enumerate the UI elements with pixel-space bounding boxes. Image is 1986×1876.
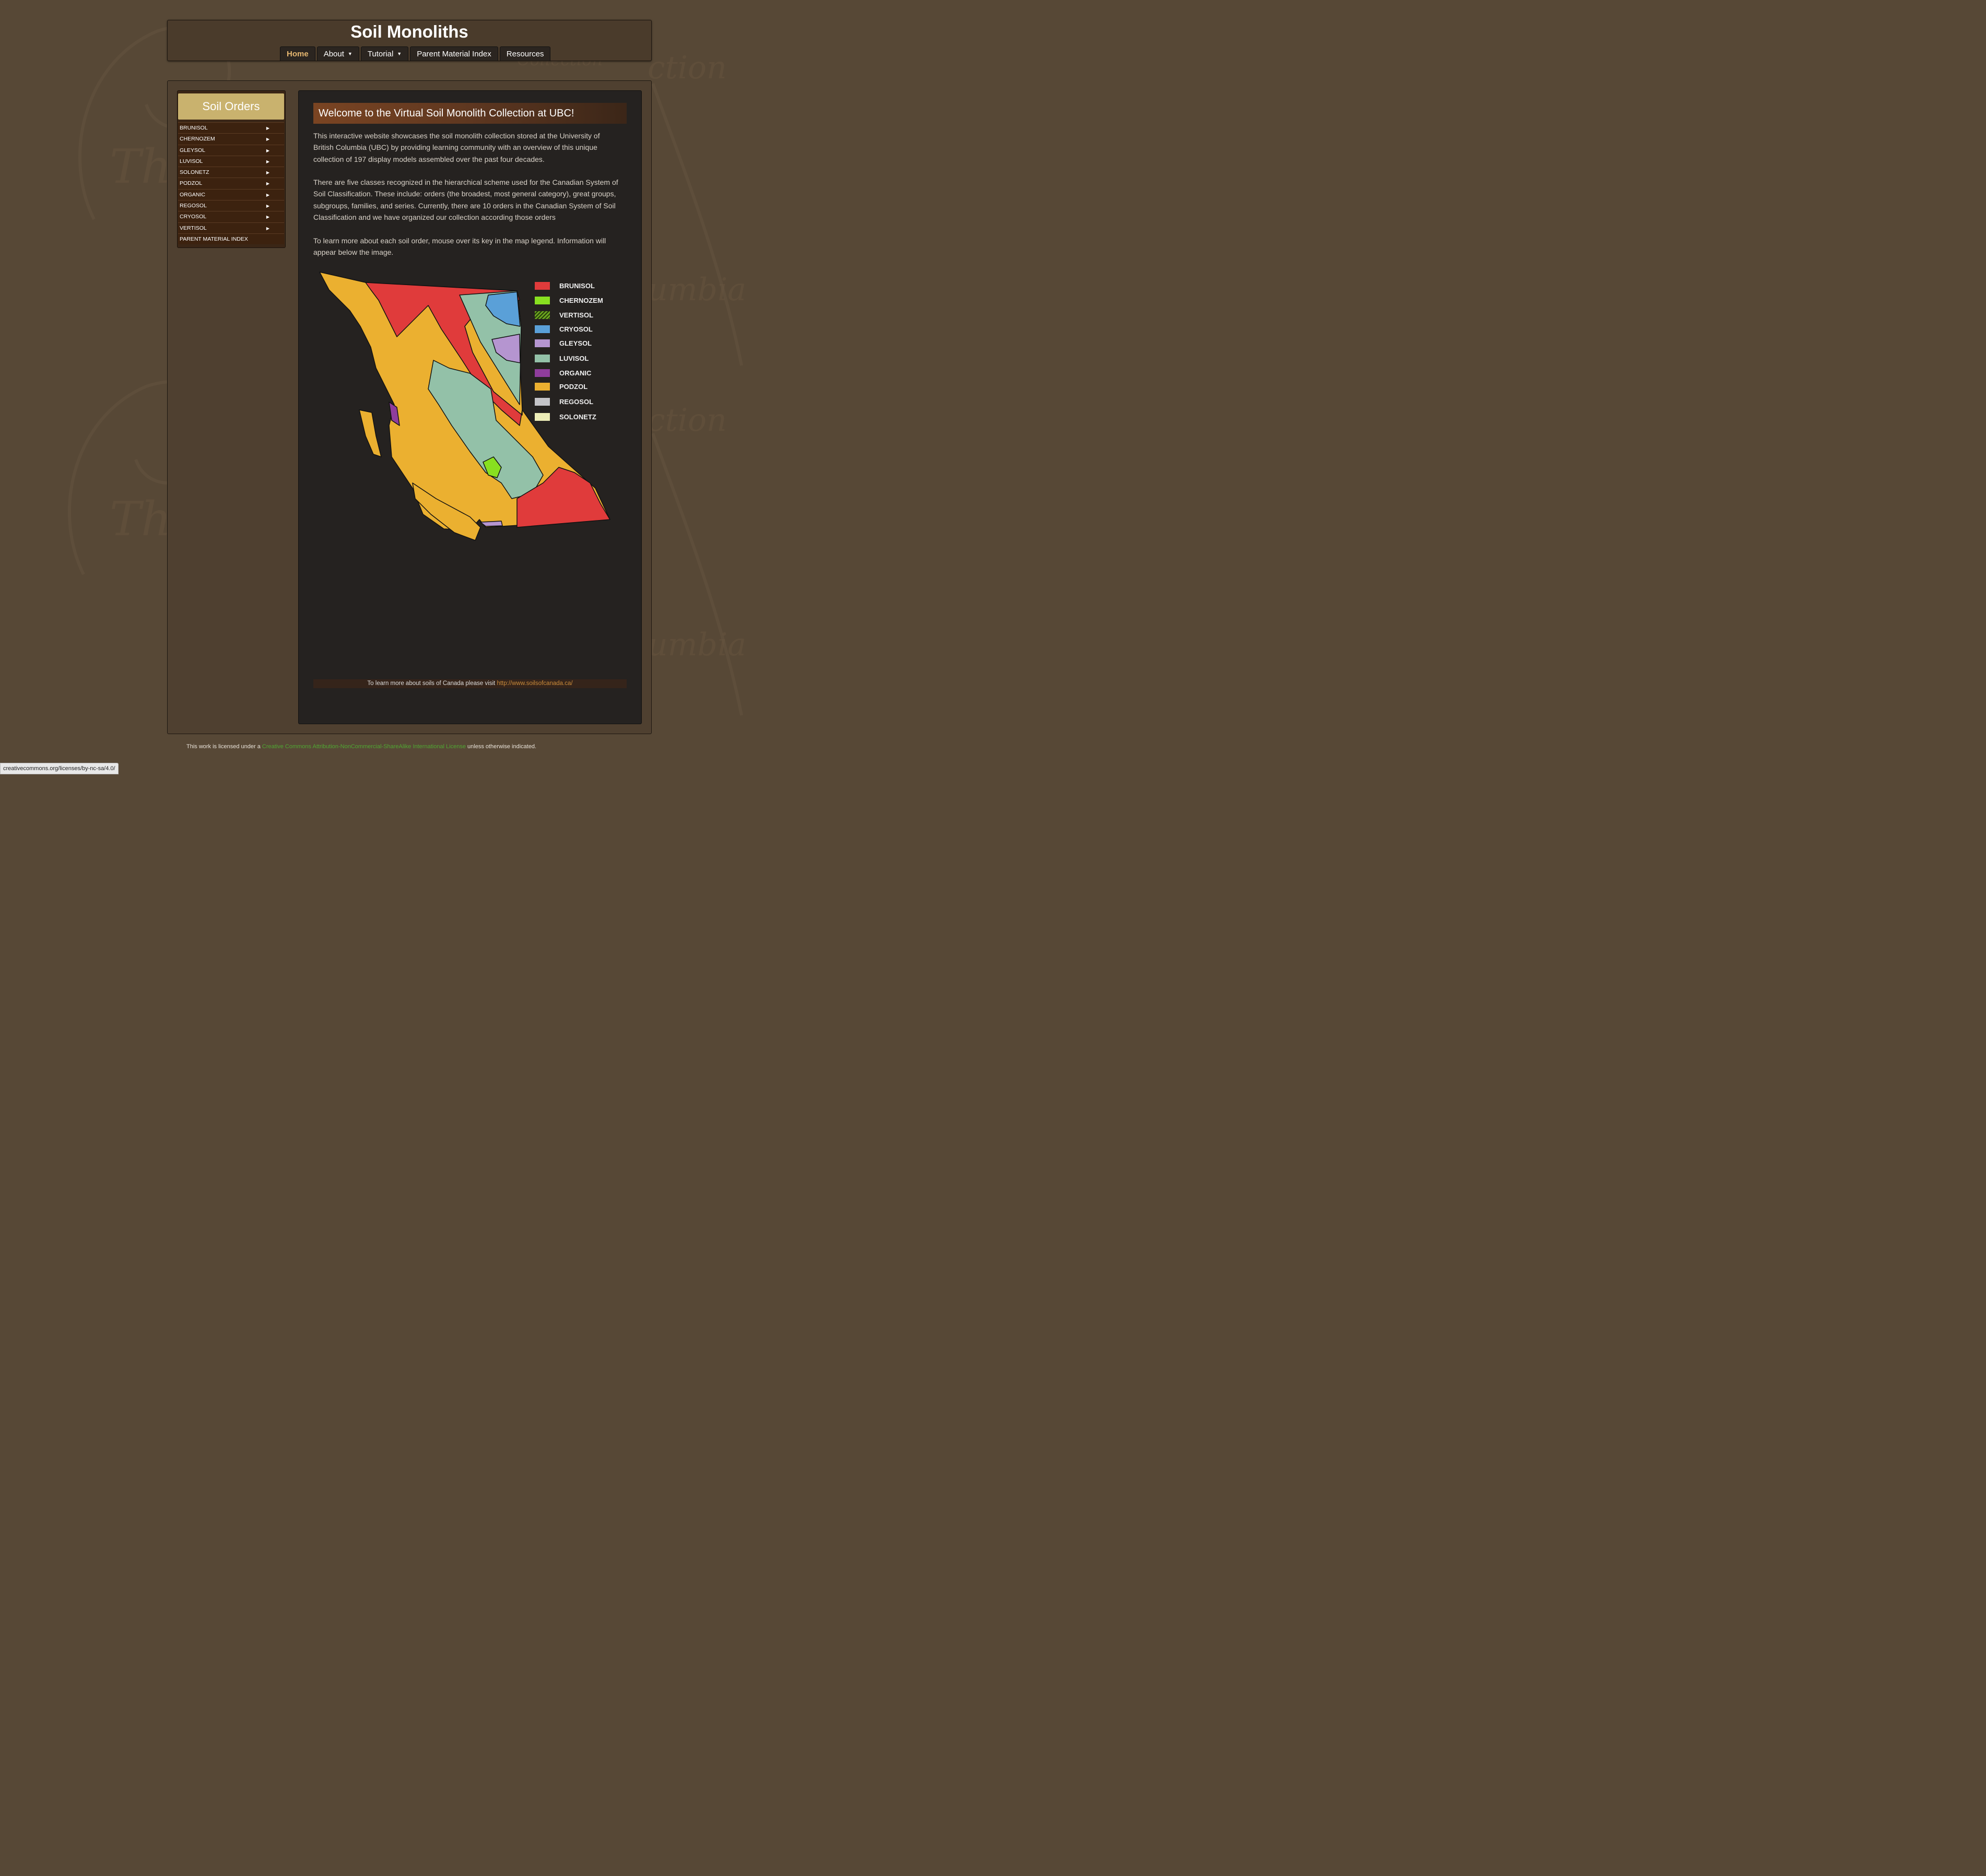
- legend-swatch: [535, 397, 550, 406]
- license-notice: This work is licensed under a Creative C…: [186, 744, 536, 750]
- legend-item-chernozem[interactable]: CHERNOZEM: [535, 296, 603, 305]
- caret-right-icon: ▶: [266, 137, 269, 142]
- sidebar-item-label: PARENT MATERIAL INDEX: [180, 235, 248, 242]
- legend-item-cryosol[interactable]: CRYOSOL: [535, 324, 593, 334]
- legend-swatch: [535, 281, 550, 290]
- soil-orders-menu: BRUNISOL ▶ CHERNOZEM ▶ GLEYSOL ▶ LUVISOL ▶ S…: [178, 122, 284, 245]
- caret-down-icon: ▼: [347, 51, 352, 56]
- sidebar-item-label: CRYOSOL: [180, 214, 207, 220]
- instruction-paragraph: To learn more about each soil order, mou…: [313, 237, 606, 257]
- legend-item-regosol[interactable]: REGOSOL: [535, 397, 593, 406]
- nav-resources-label: Resources: [506, 49, 544, 58]
- sidebar-item-label: CHERNOZEM: [180, 136, 215, 143]
- sidebar-item-vertisol[interactable]: VERTISOL ▶: [178, 222, 284, 233]
- legend-item-gleysol[interactable]: GLEYSOL: [535, 338, 592, 348]
- license-link[interactable]: Creative Commons Attribution-NonCommerci…: [262, 744, 466, 750]
- caret-right-icon: ▶: [266, 126, 269, 131]
- legend-label: BRUNISOL: [559, 281, 595, 290]
- caret-down-icon: ▼: [397, 51, 402, 56]
- legend-item-organic[interactable]: ORGANIC: [535, 368, 591, 377]
- license-suffix: unless otherwise indicated.: [467, 744, 537, 750]
- license-prefix: This work is licensed under a: [186, 744, 261, 750]
- legend-swatch: [535, 354, 550, 362]
- sidebar-item-luvisol[interactable]: LUVISOL ▶: [178, 155, 284, 167]
- sidebar-item-label: BRUNISOL: [180, 125, 208, 131]
- nav-tutorial[interactable]: Tutorial ▼: [360, 46, 409, 61]
- sidebar-item-regosol[interactable]: REGOSOL ▶: [178, 200, 284, 211]
- sidebar-item-label: REGOSOL: [180, 203, 207, 209]
- page-heading: Welcome to the Virtual Soil Monolith Col…: [313, 103, 627, 124]
- browser-status-url: creativecommons.org/licenses/by-nc-sa/4.…: [0, 763, 119, 774]
- sidebar-item-label: LUVISOL: [180, 158, 203, 164]
- legend-item-brunisol[interactable]: BRUNISOL: [535, 281, 595, 290]
- nav-home-label: Home: [287, 49, 309, 58]
- nav-tutorial-label: Tutorial: [367, 49, 394, 58]
- legend-label: LUVISOL: [559, 354, 589, 362]
- sidebar-item-brunisol[interactable]: BRUNISOL ▶: [178, 122, 284, 134]
- svg-text:umbia: umbia: [648, 272, 746, 308]
- classification-paragraph: There are five classes recognized in the…: [313, 178, 618, 221]
- legend-label: REGOSOL: [559, 397, 594, 406]
- main-nav: Home About ▼ Tutorial ▼ Parent Material In…: [280, 46, 552, 61]
- legend-label: PODZOL: [559, 382, 588, 391]
- sidebar-item-solonetz[interactable]: SOLONETZ ▶: [178, 167, 284, 178]
- sidebar-item-podzol[interactable]: PODZOL ▶: [178, 178, 284, 189]
- caret-right-icon: ▶: [266, 148, 269, 153]
- nav-about[interactable]: About ▼: [316, 46, 359, 61]
- sidebar-item-organic[interactable]: ORGANIC ▶: [178, 188, 284, 200]
- legend-swatch: [535, 382, 550, 391]
- legend-item-luvisol[interactable]: LUVISOL: [535, 353, 589, 363]
- legend-swatch: [535, 369, 550, 377]
- sidebar-item-chernozem[interactable]: CHERNOZEM ▶: [178, 133, 284, 145]
- sidebar-item-label: PODZOL: [180, 180, 203, 187]
- sidebar-item-label: VERTISOL: [180, 225, 207, 231]
- legend-item-solonetz[interactable]: SOLONETZ: [535, 412, 596, 421]
- legend-label: SOLONETZ: [559, 412, 596, 421]
- caret-right-icon: ▶: [266, 226, 269, 231]
- caret-right-icon: ▶: [266, 170, 269, 175]
- caret-right-icon: ▶: [266, 192, 269, 197]
- site-title: Soil Monoliths: [350, 22, 468, 41]
- legend-label: VERTISOL: [559, 311, 594, 319]
- caret-right-icon: ▶: [266, 181, 269, 186]
- caret-right-icon: ▶: [266, 204, 269, 209]
- legend-label: GLEYSOL: [559, 339, 592, 347]
- legend-label: CHERNOZEM: [559, 296, 603, 304]
- footer-text: To learn more about soils of Canada plea…: [367, 680, 496, 687]
- legend-label: ORGANIC: [559, 369, 592, 377]
- caret-right-icon: ▶: [266, 159, 269, 164]
- soils-of-canada-link[interactable]: http://www.soilsofcanada.ca/: [497, 680, 572, 687]
- sidebar-item-label: GLEYSOL: [180, 147, 206, 154]
- svg-text:ction: ction: [648, 402, 727, 439]
- legend-swatch: [535, 325, 550, 333]
- svg-text:umbia: umbia: [648, 627, 746, 663]
- intro-paragraph: This interactive website showcases the s…: [313, 132, 600, 163]
- svg-text:ction: ction: [648, 50, 727, 86]
- legend-swatch: [535, 339, 550, 347]
- content-footer: To learn more about soils of Canada plea…: [313, 679, 627, 688]
- sidebar-item-cryosol[interactable]: CRYOSOL ▶: [178, 211, 284, 222]
- nav-parent-material-index[interactable]: Parent Material Index: [410, 46, 498, 61]
- nav-about-label: About: [323, 49, 344, 58]
- legend-label: CRYOSOL: [559, 325, 593, 333]
- sidebar-title: Soil Orders: [178, 93, 284, 120]
- legend-item-podzol[interactable]: PODZOL: [535, 382, 587, 391]
- legend-swatch: [535, 412, 550, 421]
- caret-right-icon: ▶: [266, 215, 269, 220]
- sidebar-item-label: SOLONETZ: [180, 169, 209, 176]
- map-region-island: [359, 409, 382, 457]
- sidebar-item-label: ORGANIC: [180, 191, 206, 198]
- legend-item-vertisol[interactable]: VERTISOL: [535, 310, 593, 320]
- sidebar-item-gleysol[interactable]: GLEYSOL ▶: [178, 144, 284, 156]
- nav-home[interactable]: Home: [280, 46, 315, 61]
- nav-pmi-label: Parent Material Index: [417, 49, 491, 58]
- legend-swatch: [535, 296, 550, 304]
- legend-swatch: [535, 311, 550, 319]
- sidebar-item-parent-material-index[interactable]: PARENT MATERIAL INDEX: [178, 233, 284, 245]
- nav-resources[interactable]: Resources: [499, 46, 551, 61]
